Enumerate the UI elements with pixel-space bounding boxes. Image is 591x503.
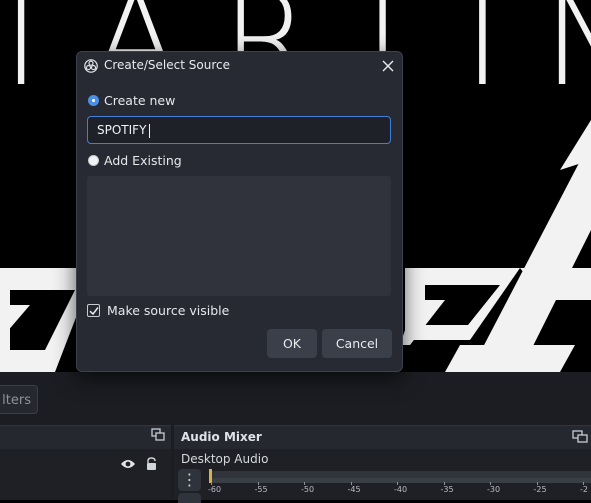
create-new-radio[interactable] [88, 95, 99, 106]
meter-scale-label: -50 [301, 485, 315, 494]
meter-scale-label: -40 [394, 485, 408, 494]
create-new-label[interactable]: Create new [104, 93, 175, 108]
audio-mixer-header: Audio Mixer [174, 425, 591, 449]
checkmark-icon [89, 307, 99, 316]
ok-button[interactable]: OK [267, 329, 317, 358]
source-name-input[interactable]: SPOTIFY [87, 116, 391, 144]
make-source-visible-checkbox[interactable] [87, 304, 100, 317]
text-caret [149, 123, 151, 138]
meter-scale-label: -60 [208, 485, 222, 494]
obs-logo-icon [84, 59, 98, 73]
create-select-source-dialog: Create/Select Source Create new SPOTIFY … [76, 51, 403, 372]
cancel-button[interactable]: Cancel [322, 329, 392, 358]
channel-name: Desktop Audio [181, 452, 269, 466]
channel-menu-button[interactable]: ⋮ [178, 469, 201, 491]
eye-icon[interactable] [120, 458, 136, 470]
filters-button[interactable]: lters [0, 385, 38, 414]
audio-mixer-panel: Audio Mixer Desktop Audio ⋮ -60 -55 -50 -45… [174, 425, 591, 503]
close-icon[interactable] [381, 59, 395, 73]
undock-icon[interactable] [151, 428, 165, 442]
lock-icon[interactable] [145, 457, 158, 471]
dialog-title: Create/Select Source [104, 58, 230, 72]
meter-scale-label: -30 [487, 485, 501, 494]
existing-sources-list[interactable] [87, 176, 391, 296]
add-existing-radio[interactable] [88, 155, 99, 166]
dialog-titlebar: Create/Select Source [77, 52, 402, 80]
audio-mixer-title: Audio Mixer [181, 430, 262, 444]
meter-scale-label: -55 [254, 485, 268, 494]
volume-slider-handle[interactable] [209, 469, 212, 483]
add-existing-label[interactable]: Add Existing [104, 153, 182, 168]
meter-scale-label: -25 [533, 485, 547, 494]
make-source-visible-label[interactable]: Make source visible [107, 303, 229, 318]
meter-scale-label: -35 [440, 485, 454, 494]
source-name-value: SPOTIFY [97, 123, 147, 137]
volume-slider-track[interactable] [210, 478, 591, 483]
channel-config-button[interactable] [178, 493, 201, 503]
meter-scale-label: -2 [580, 485, 588, 494]
meter-scale: -60 -55 -50 -45 -40 -35 -30 -25 -2 [206, 482, 591, 499]
undock-icon[interactable] [572, 430, 588, 444]
meter-scale-label: -45 [347, 485, 361, 494]
sources-panel-header [0, 425, 171, 449]
